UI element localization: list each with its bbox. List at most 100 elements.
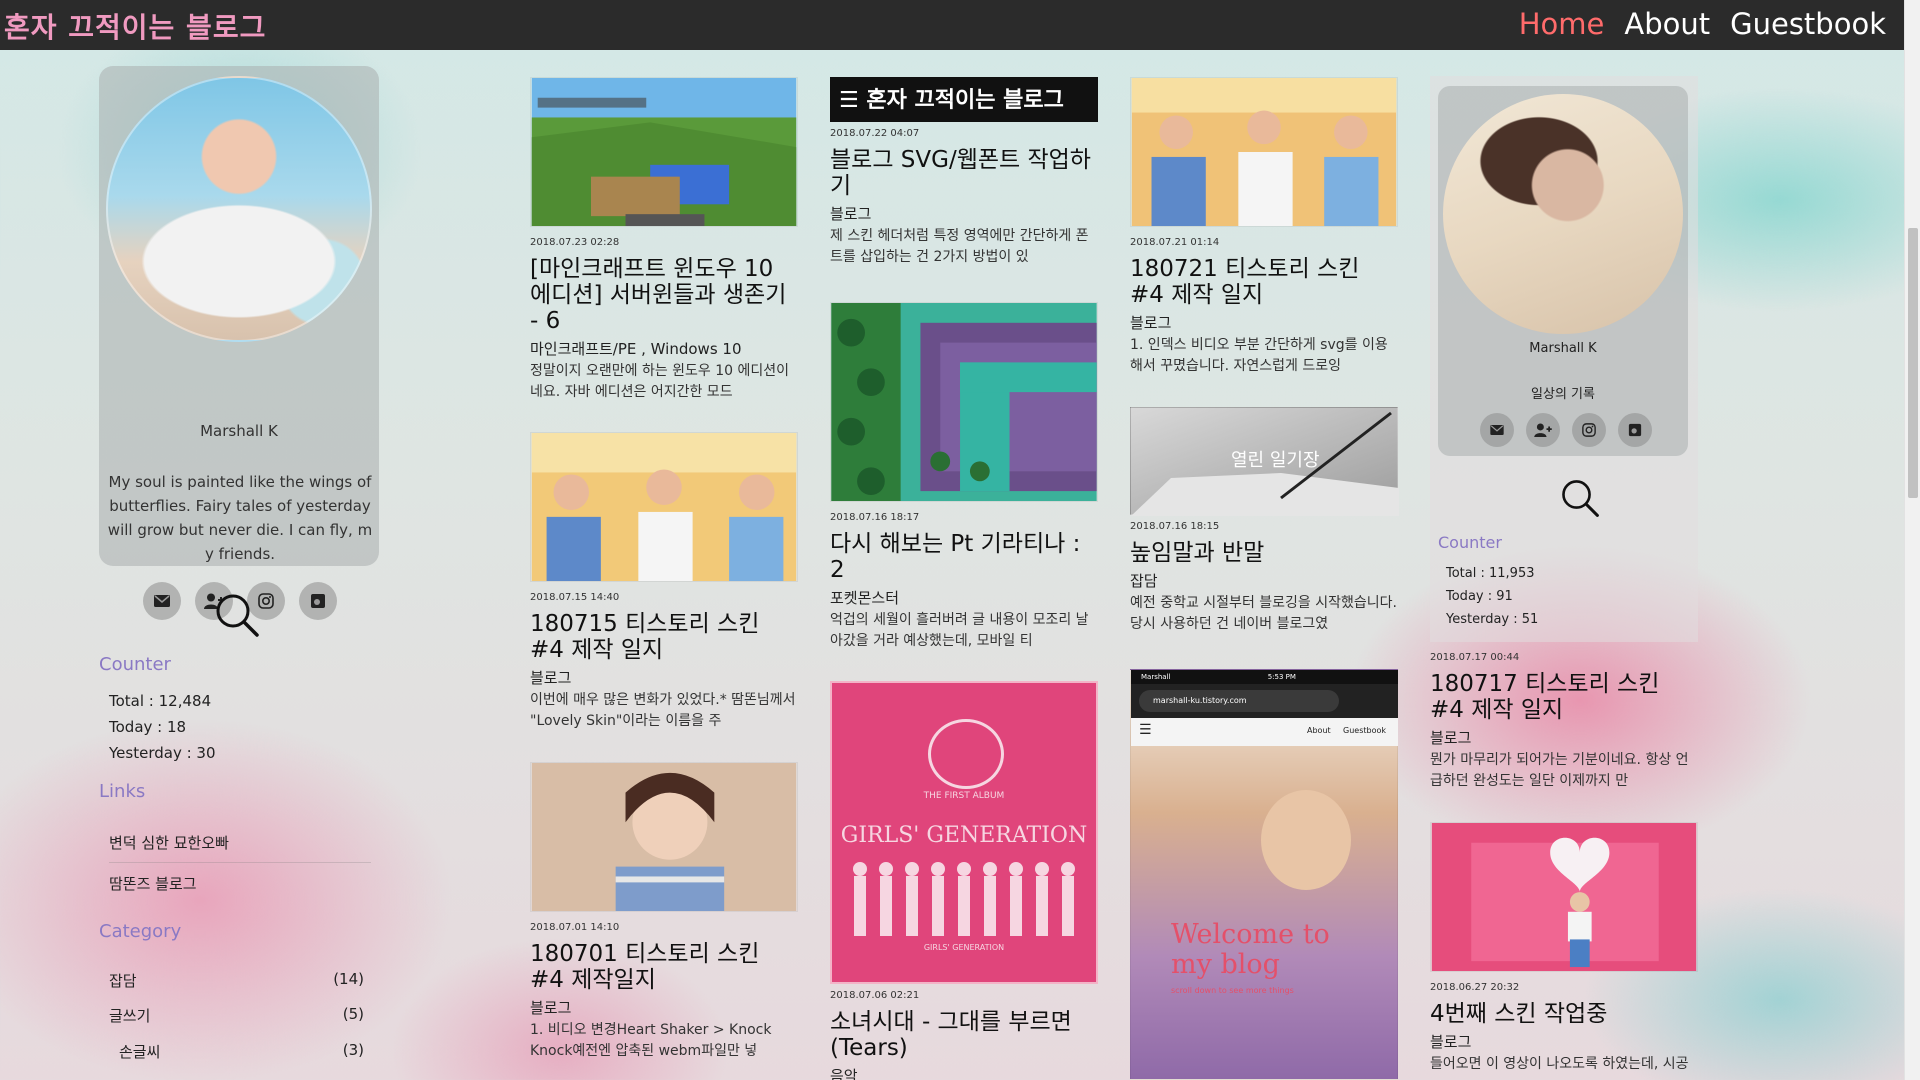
post-excerpt: 1. 비디오 변경Heart Shaker > Knock Knock예전엔 압… [530,1022,772,1059]
post-title[interactable]: 180715 티스토리 스킨 #4 제작 일지 [530,611,798,663]
phone-time: 5:53 PM [1267,673,1296,681]
right-profile-avatar [1443,94,1683,334]
mail-icon[interactable] [143,582,181,620]
phone-status-bar: Marshall 5:53 PM [1131,670,1398,684]
page-scrollbar[interactable] [1904,0,1920,1080]
instagram-icon[interactable] [1572,413,1606,447]
post-category[interactable]: 마인크래프트/PE , Windows 10 [530,338,798,359]
category-name: 글쓰기 [109,1007,151,1025]
blog-logo[interactable]: 혼자 끄적이는 블로그 [4,6,266,46]
links-item[interactable]: 땀똔즈 블로그 [109,873,197,894]
post-title[interactable]: 180701 티스토리 스킨 #4 제작일지 [530,941,798,993]
profile-bio: My soul is painted like the wings of but… [107,473,373,563]
mail-icon[interactable] [1480,413,1514,447]
post-title[interactable]: 180721 티스토리 스킨 #4 제작 일지 [1130,256,1398,308]
post-title[interactable]: [마인크래프트 윈도우 10 에디션] 서버윈들과 생존기 - 6 [530,256,798,334]
search-icon[interactable] [214,592,260,638]
post-thumbnail[interactable] [530,432,798,582]
post-thumbnail[interactable]: Marshall 5:53 PM marshall-ku.tistory.com… [1130,669,1398,1080]
category-count: (14) [333,970,364,988]
album-subtitle: GIRLS' GENERATION [923,943,1005,952]
nav-home-link[interactable]: Home [1519,4,1605,44]
phone-carrier: Marshall [1141,673,1171,681]
post-thumbnail[interactable] [1130,77,1398,227]
post-date: 2018.07.17 00:44 [1430,652,1520,663]
hamburger-icon: ☰ [1139,722,1152,738]
profile-card: Marshall K My soul is painted like the w… [99,66,379,620]
album-title: GIRLS' GENERATION [840,823,1088,848]
post-card[interactable]: 2018.07.17 00:44 180717 티스토리 스킨 #4 제작 일지… [1430,652,1698,792]
post-excerpt: 이번에 매우 많은 변화가 있었다.* 땀똔님께서 "Lovely Skin"이… [530,692,796,729]
counter-yesterday: Yesterday : 30 [109,744,216,762]
album-emblem [928,719,1004,789]
nav-guestbook-link[interactable]: Guestbook [1730,4,1886,44]
post-category[interactable]: 블로그 [1430,1031,1698,1052]
post-thumbnail[interactable] [530,762,798,912]
post-thumbnail[interactable]: ☰ 혼자 끄적이는 블로그 [830,77,1098,122]
post-category[interactable]: 블로그 [530,667,798,688]
phone-url-field: marshall-ku.tistory.com [1139,690,1339,712]
right-profile-tagline: 일상의 기록 [1531,387,1595,402]
post-category[interactable]: 포켓몬스터 [830,587,1098,608]
post-date: 2018.07.01 14:10 [530,922,620,933]
post-card[interactable]: 2018.07.01 14:10 180701 티스토리 스킨 #4 제작일지 … [530,762,798,1062]
post-card[interactable]: 2018.07.15 14:40 180715 티스토리 스킨 #4 제작 일지… [530,432,798,732]
post-card[interactable]: 2018.07.23 02:28 [마인크래프트 윈도우 10 에디션] 서버윈… [530,77,798,403]
right-counter-total: Total : 11,953 [1446,566,1535,581]
post-card[interactable]: 2018.07.16 18:17 다시 해보는 Pt 기라티나 : 2 포켓몬스… [830,302,1098,652]
post-thumbnail[interactable] [830,302,1098,502]
post-title[interactable]: 소녀시대 - 그대를 부르면 (Tears) [830,1009,1098,1061]
phone-browser-bar: marshall-ku.tistory.com [1131,684,1398,718]
links-divider [109,862,371,863]
post-category[interactable]: 잡담 [1130,570,1398,591]
post-thumbnail[interactable]: THE FIRST ALBUM GIRLS' GENERATION GIRLS'… [830,681,1098,984]
scrollbar-thumb[interactable] [1908,228,1918,498]
post-thumbnail[interactable] [530,77,798,227]
category-count: (5) [342,1005,364,1023]
counter-total: Total : 12,484 [109,692,212,710]
category-item[interactable]: 잡담 (14) [109,970,364,991]
thumbnail-title-text: 열린 일기장 [1231,450,1320,471]
search-icon[interactable] [1560,478,1600,518]
album-small-title: THE FIRST ALBUM [923,791,1005,801]
post-category[interactable]: 블로그 [1130,312,1398,333]
post-title[interactable]: 4번째 스킨 작업중 [1430,1001,1698,1027]
post-excerpt: 1. 인덱스 비디오 부분 간단하게 svg를 이용해서 꾸몄습니다. 자연스럽… [1130,337,1388,374]
post-excerpt: 제 스킨 헤더처럼 특정 영역에만 간단하게 폰트를 삽입하는 건 2가지 방법… [830,228,1089,265]
post-card[interactable]: THE FIRST ALBUM GIRLS' GENERATION GIRLS'… [830,681,1098,1080]
post-card[interactable]: ☰ 혼자 끄적이는 블로그 2018.07.22 04:07 블로그 SVG/웹… [830,77,1098,268]
post-thumbnail[interactable] [1430,822,1698,972]
phone-site-header: ☰ About Guestbook [1131,718,1398,746]
post-title[interactable]: 180717 티스토리 스킨 #4 제작 일지 [1430,671,1698,723]
links-heading: Links [99,781,146,802]
post-thumbnail[interactable]: 열린 일기장 [1130,407,1399,516]
post-card[interactable]: 2018.06.27 20:32 4번째 스킨 작업중 블로그 들어오면 이 영… [1430,822,1698,1075]
links-item[interactable]: 변덕 심한 묘한오빠 [109,832,229,853]
category-heading: Category [99,921,182,942]
post-date: 2018.07.16 18:15 [1130,521,1220,532]
post-title[interactable]: 블로그 SVG/웹폰트 작업하기 [830,147,1098,199]
right-profile-name: Marshall K [1529,341,1597,356]
category-item[interactable]: 글쓰기 (5) [109,1005,364,1026]
post-date: 2018.07.16 18:17 [830,512,920,523]
main-nav: Home About Guestbook [1519,4,1886,44]
nav-about-link[interactable]: About [1624,4,1710,44]
profile-name: Marshall K [200,422,278,440]
phone-photo-face [1261,790,1351,890]
add-user-icon[interactable] [1526,413,1560,447]
tistory-icon[interactable] [299,582,337,620]
post-card[interactable]: Marshall 5:53 PM marshall-ku.tistory.com… [1130,669,1398,1080]
post-title[interactable]: 높임말과 반말 [1130,540,1398,566]
post-category[interactable]: 블로그 [1430,727,1698,748]
post-category[interactable]: 블로그 [530,997,798,1018]
right-profile-panel: Marshall K 일상의 기록 Counter Total : 11,953… [1430,76,1698,642]
post-date: 2018.07.15 14:40 [530,592,620,603]
tistory-icon[interactable] [1618,413,1652,447]
post-card[interactable]: 열린 일기장 2018.07.16 18:15 높임말과 반말 잡담 예전 중학… [1130,407,1399,635]
post-category[interactable]: 음악 [830,1065,1098,1080]
post-category[interactable]: 블로그 [830,203,1098,224]
post-title[interactable]: 다시 해보는 Pt 기라티나 : 2 [830,531,1098,583]
category-item[interactable]: 손글씨 (3) [109,1041,364,1062]
post-card[interactable]: 2018.07.21 01:14 180721 티스토리 스킨 #4 제작 일지… [1130,77,1398,377]
top-navigation-bar: 혼자 끄적이는 블로그 Home About Guestbook [0,0,1904,50]
